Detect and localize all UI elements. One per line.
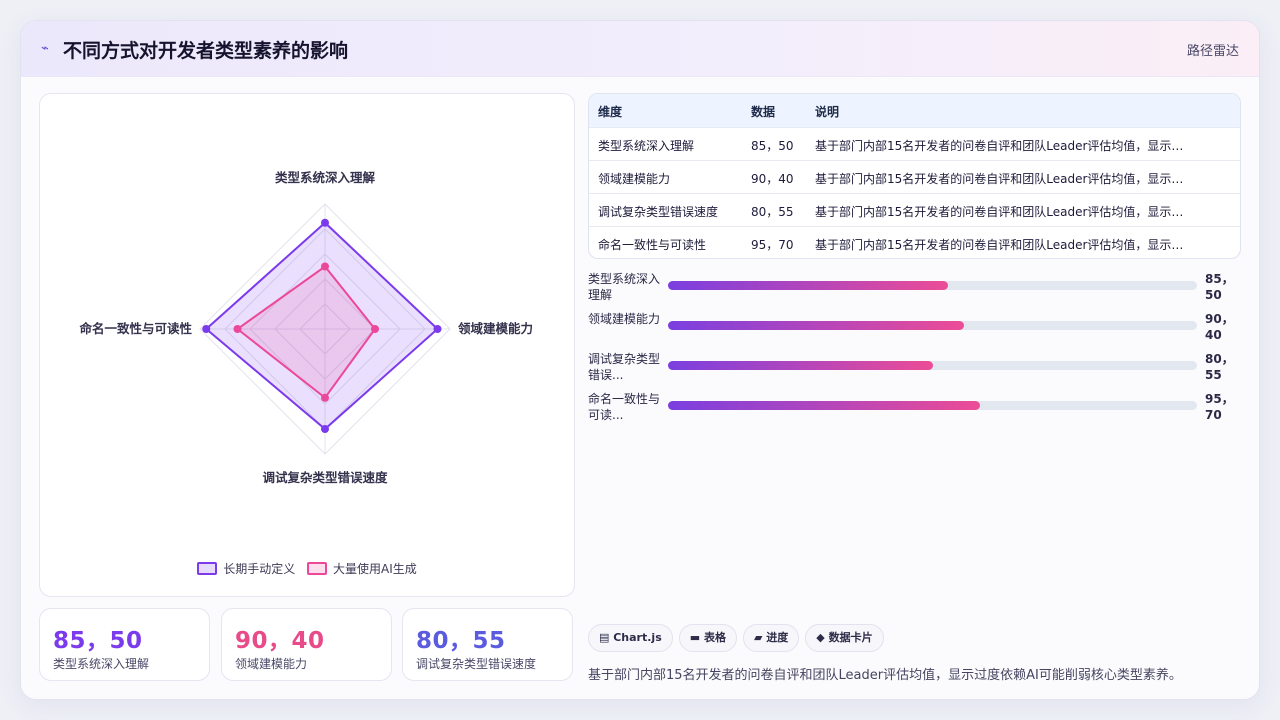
progress-row: 命名一致性与可读... 95，70 <box>588 391 1241 431</box>
progress-value: 95，70 <box>1205 392 1234 422</box>
radar-axis-label: 调试复杂类型错误速度 <box>262 470 388 485</box>
progress-icon: ▰ <box>753 631 767 644</box>
progress-row: 领域建模能力 90，40 <box>588 311 1241 351</box>
view-tabs: ▤ Chart.js ▬ 表格 ▰ 进度 ◆ 数据卡片 <box>588 624 890 652</box>
table-cell: 90，40 <box>751 172 794 186</box>
table-cell: 命名一致性与可读性 <box>598 238 707 252</box>
table-header-cell: 维度 <box>598 105 623 119</box>
table-row: 调试复杂类型错误速度 80，55 基于部门内部15名开发者的问卷自评和团队Lea… <box>589 193 1240 226</box>
summary-note: 基于部门内部15名开发者的问卷自评和团队Leader评估均值，显示过度依赖AI可… <box>588 668 1182 683</box>
progress-track <box>668 281 1197 290</box>
table-icon: ▬ <box>689 631 704 644</box>
progress-row: 类型系统深入理解 85，50 <box>588 271 1241 311</box>
tab-label: 数据卡片 <box>828 631 873 644</box>
stat-label: 领域建模能力 <box>235 657 308 671</box>
page-title: 不同方式对开发者类型素养的影响 <box>63 40 349 62</box>
radar-point <box>321 393 329 402</box>
radar-chart: 类型系统深入理解领域建模能力调试复杂类型错误速度 命名一致性与可读性 <box>78 170 533 485</box>
progress-track <box>668 361 1197 370</box>
sparkle-icon: ⌁ <box>41 41 49 56</box>
report-panel: ⌁ 不同方式对开发者类型素养的影响 路径雷达 类型系统深入理解 领域建模能力 调试复… <box>20 20 1260 700</box>
radar-point <box>233 325 242 333</box>
radar-chart-card: 类型系统深入理解领域建模能力调试复杂类型错误速度 命名一致性与可读性 长期手动定义… <box>39 93 575 597</box>
progress-track <box>668 321 1197 330</box>
progress-fill <box>668 281 949 290</box>
table-cell: 95，70 <box>751 238 794 252</box>
stat-card: 80，55 调试复杂类型错误速度 <box>402 608 573 681</box>
progress-fill <box>668 321 965 330</box>
progress-value: 85，50 <box>1205 272 1234 302</box>
table-row: 命名一致性与可读性 95，70 基于部门内部15名开发者的问卷自评和团队Lead… <box>589 226 1240 258</box>
stat-value: 80，55 <box>416 628 506 654</box>
table-cell: 85，50 <box>751 139 794 153</box>
progress-label: 类型系统深入理解 <box>588 272 661 302</box>
table-row: 领域建模能力 90，40 基于部门内部15名开发者的问卷自评和团队Leader评… <box>589 160 1240 193</box>
radar-point <box>433 325 442 333</box>
progress-value: 90，40 <box>1205 312 1234 342</box>
progress-fill <box>668 401 981 410</box>
progress-track <box>668 401 1197 410</box>
table-header-row: 维度 数据 说明 <box>589 94 1240 127</box>
progress-value: 80，55 <box>1205 352 1234 382</box>
radar-point <box>321 262 329 271</box>
tab-label: Chart.js <box>613 631 662 644</box>
table-row: 类型系统深入理解 85，50 基于部门内部15名开发者的问卷自评和团队Leade… <box>589 127 1240 160</box>
radar-point <box>371 325 379 333</box>
stat-label: 类型系统深入理解 <box>53 657 150 671</box>
radar-point <box>321 425 329 433</box>
data-table: 维度 数据 说明 类型系统深入理解 85，50 基于部门内部15名开发者的问卷自… <box>588 93 1241 259</box>
chart-icon: ▤ <box>599 631 614 644</box>
table-cell: 基于部门内部15名开发者的问卷自评和团队Leader评估均值，显示过... <box>815 172 1191 186</box>
table-cell: 类型系统深入理解 <box>598 139 695 153</box>
header-bar: ⌁ 不同方式对开发者类型素养的影响 路径雷达 <box>21 21 1259 77</box>
legend-item-manual[interactable]: 长期手动定义 <box>197 560 295 577</box>
table-cell: 基于部门内部15名开发者的问卷自评和团队Leader评估均值，显示过... <box>815 205 1191 219</box>
tab-table[interactable]: ▬ 表格 <box>678 624 737 652</box>
table-header-cell: 数据 <box>751 105 776 119</box>
progress-label: 命名一致性与可读... <box>588 392 661 422</box>
progress-row: 调试复杂类型错误... 80，55 <box>588 351 1241 391</box>
progress-fill <box>668 361 933 370</box>
stat-label: 调试复杂类型错误速度 <box>416 657 537 671</box>
legend-item-ai[interactable]: 大量使用AI生成 <box>307 560 417 577</box>
radar-point <box>202 325 211 333</box>
progress-label: 领域建模能力 <box>588 312 661 326</box>
legend-label-manual: 长期手动定义 <box>223 562 296 576</box>
legend-label-ai: 大量使用AI生成 <box>333 562 417 576</box>
tab-data-cards[interactable]: ◆ 数据卡片 <box>805 624 884 652</box>
legend-swatch-manual <box>197 562 218 575</box>
legend-swatch-ai <box>307 562 328 575</box>
card-icon: ◆ <box>816 631 829 644</box>
table-cell: 基于部门内部15名开发者的问卷自评和团队Leader评估均值，显示过... <box>815 238 1191 252</box>
stat-value: 85，50 <box>53 628 143 654</box>
table-cell: 80，55 <box>751 205 794 219</box>
table-cell: 调试复杂类型错误速度 <box>598 205 719 219</box>
radar-point <box>321 218 329 227</box>
stat-card: 90，40 领域建模能力 <box>221 608 392 681</box>
tab-chartjs[interactable]: ▤ Chart.js <box>588 624 673 652</box>
table-header-cell: 说明 <box>815 105 840 119</box>
radar-axis-label: 领域建模能力 <box>458 321 533 336</box>
progress-label: 调试复杂类型错误... <box>588 352 661 382</box>
tab-label: 表格 <box>703 631 726 644</box>
progress-list: 类型系统深入理解 85，50 领域建模能力 90，40 调试复杂类型错误... … <box>588 271 1241 431</box>
tab-progress[interactable]: ▰ 进度 <box>742 624 800 652</box>
stat-value: 90，40 <box>235 628 325 654</box>
table-cell: 基于部门内部15名开发者的问卷自评和团队Leader评估均值，显示过... <box>815 139 1191 153</box>
chart-type-tag: 路径雷达 <box>1186 44 1239 59</box>
radar-axis-label: 类型系统深入理解 <box>275 170 376 185</box>
stat-card: 85，50 类型系统深入理解 <box>39 608 210 681</box>
chart-legend: 长期手动定义 大量使用AI生成 <box>40 560 574 577</box>
table-cell: 领域建模能力 <box>598 172 671 186</box>
tab-label: 进度 <box>766 631 789 644</box>
radar-axis-label: 命名一致性与可读性 <box>78 321 192 336</box>
